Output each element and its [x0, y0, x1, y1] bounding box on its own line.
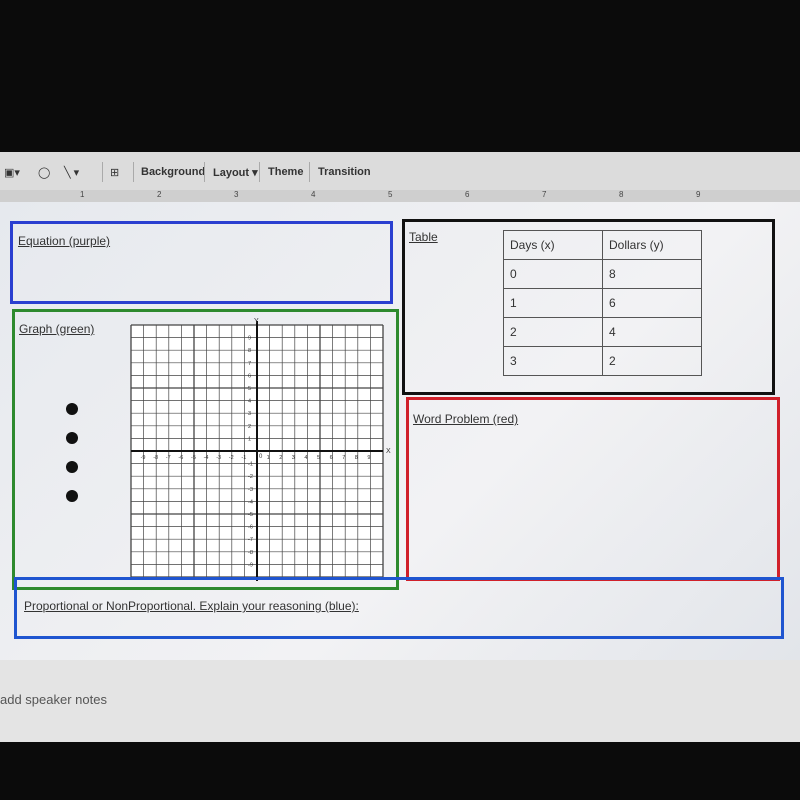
- cell: 2: [602, 346, 702, 376]
- header-days: Days (x): [503, 230, 603, 260]
- word-problem-label: Word Problem (red): [413, 412, 519, 426]
- y-tick-label: 5: [248, 386, 251, 392]
- background-button[interactable]: Background: [141, 166, 205, 178]
- cell: 8: [602, 259, 702, 289]
- x-tick-label: 4: [304, 455, 307, 461]
- y-tick-label: 7: [248, 361, 251, 367]
- ruler-mark: 8: [619, 190, 624, 199]
- x-tick-label: -3: [216, 455, 221, 461]
- x-tick-label: 9: [367, 455, 370, 461]
- ruler-mark: 3: [234, 190, 239, 199]
- x-tick-label: -1: [241, 455, 246, 461]
- graph-label: Graph (green): [19, 322, 95, 336]
- bullet: [66, 461, 78, 473]
- y-tick-label: 6: [248, 373, 251, 379]
- y-tick-label: -8: [248, 550, 253, 556]
- comment-icon[interactable]: ⊞: [110, 166, 119, 179]
- y-tick-label: 4: [248, 399, 251, 405]
- image-icon[interactable]: ▣▾: [4, 166, 20, 179]
- bullet: [66, 403, 78, 415]
- layout-button[interactable]: Layout ▾: [213, 166, 258, 179]
- x-tick-label: -5: [191, 455, 196, 461]
- y-tick-label: 8: [248, 348, 251, 354]
- theme-button[interactable]: Theme: [268, 166, 303, 178]
- data-table: Days (x) Dollars (y) 08 16 24 32: [503, 230, 702, 376]
- equation-label: Equation (purple): [18, 234, 111, 248]
- x-tick-label: 1: [267, 455, 270, 461]
- ruler-mark: 1: [80, 190, 85, 199]
- x-tick-label: 2: [279, 455, 282, 461]
- shape-icon[interactable]: ◯: [38, 166, 50, 179]
- y-tick-label: -4: [248, 499, 253, 505]
- table-row: 08: [503, 259, 702, 289]
- header-dollars: Dollars (y): [602, 230, 702, 260]
- y-axis-label: Y: [254, 318, 259, 325]
- cell: 4: [602, 317, 702, 347]
- cell: 1: [503, 288, 603, 318]
- x-tick-label: 6: [330, 455, 333, 461]
- cell: 6: [602, 288, 702, 318]
- y-tick-label: -2: [248, 474, 253, 480]
- cell: 2: [503, 317, 603, 347]
- y-tick-label: -6: [248, 525, 253, 531]
- bullet: [66, 432, 78, 444]
- x-tick-label: 7: [342, 455, 345, 461]
- notes-placeholder: add speaker notes: [0, 692, 107, 707]
- ruler-mark: 5: [388, 190, 393, 199]
- bullet: [66, 490, 78, 502]
- x-tick-label: 5: [317, 455, 320, 461]
- x-tick-label: 3: [292, 455, 295, 461]
- y-tick-label: -7: [248, 537, 253, 543]
- ruler[interactable]: 1 2 3 4 5 6 7 8 9: [0, 190, 800, 202]
- x-tick-label: -9: [141, 455, 146, 461]
- table-label: Table: [409, 230, 438, 244]
- x-tick-label: -6: [178, 455, 183, 461]
- x-tick-label: -2: [229, 455, 234, 461]
- ruler-mark: 7: [542, 190, 547, 199]
- ruler-mark: 9: [696, 190, 701, 199]
- y-tick-label: -3: [248, 487, 253, 493]
- x-tick-label: -4: [204, 455, 209, 461]
- table-row: 24: [503, 317, 702, 347]
- y-tick-label: 2: [248, 424, 251, 430]
- x-tick-label: -8: [153, 455, 158, 461]
- speaker-notes[interactable]: add speaker notes: [0, 660, 800, 742]
- line-icon[interactable]: ╲ ▾: [64, 166, 79, 179]
- coordinate-grid: XY0-9-9-8-8-7-7-6-6-5-5-4-4-3-3-2-2-1-11…: [130, 318, 391, 581]
- x-axis-label: X: [386, 448, 391, 455]
- y-tick-label: 9: [248, 336, 251, 342]
- ruler-mark: 6: [465, 190, 470, 199]
- y-tick-label: -1: [248, 462, 253, 468]
- proportional-label: Proportional or NonProportional. Explain…: [24, 599, 359, 613]
- toolbar: ▣▾ ◯ ╲ ▾ ⊞ Background Layout ▾ Theme Tra…: [0, 152, 800, 191]
- ruler-mark: 2: [157, 190, 162, 199]
- cell: 0: [503, 259, 603, 289]
- table-row: 32: [503, 346, 702, 376]
- y-tick-label: -5: [248, 512, 253, 518]
- x-tick-label: -7: [166, 455, 171, 461]
- y-tick-label: -9: [248, 562, 253, 568]
- ruler-mark: 4: [311, 190, 316, 199]
- cell: 3: [503, 346, 603, 376]
- y-tick-label: 1: [248, 436, 251, 442]
- x-tick-label: 8: [355, 455, 358, 461]
- table-row: 16: [503, 288, 702, 318]
- y-tick-label: 3: [248, 411, 251, 417]
- transition-button[interactable]: Transition: [318, 166, 371, 178]
